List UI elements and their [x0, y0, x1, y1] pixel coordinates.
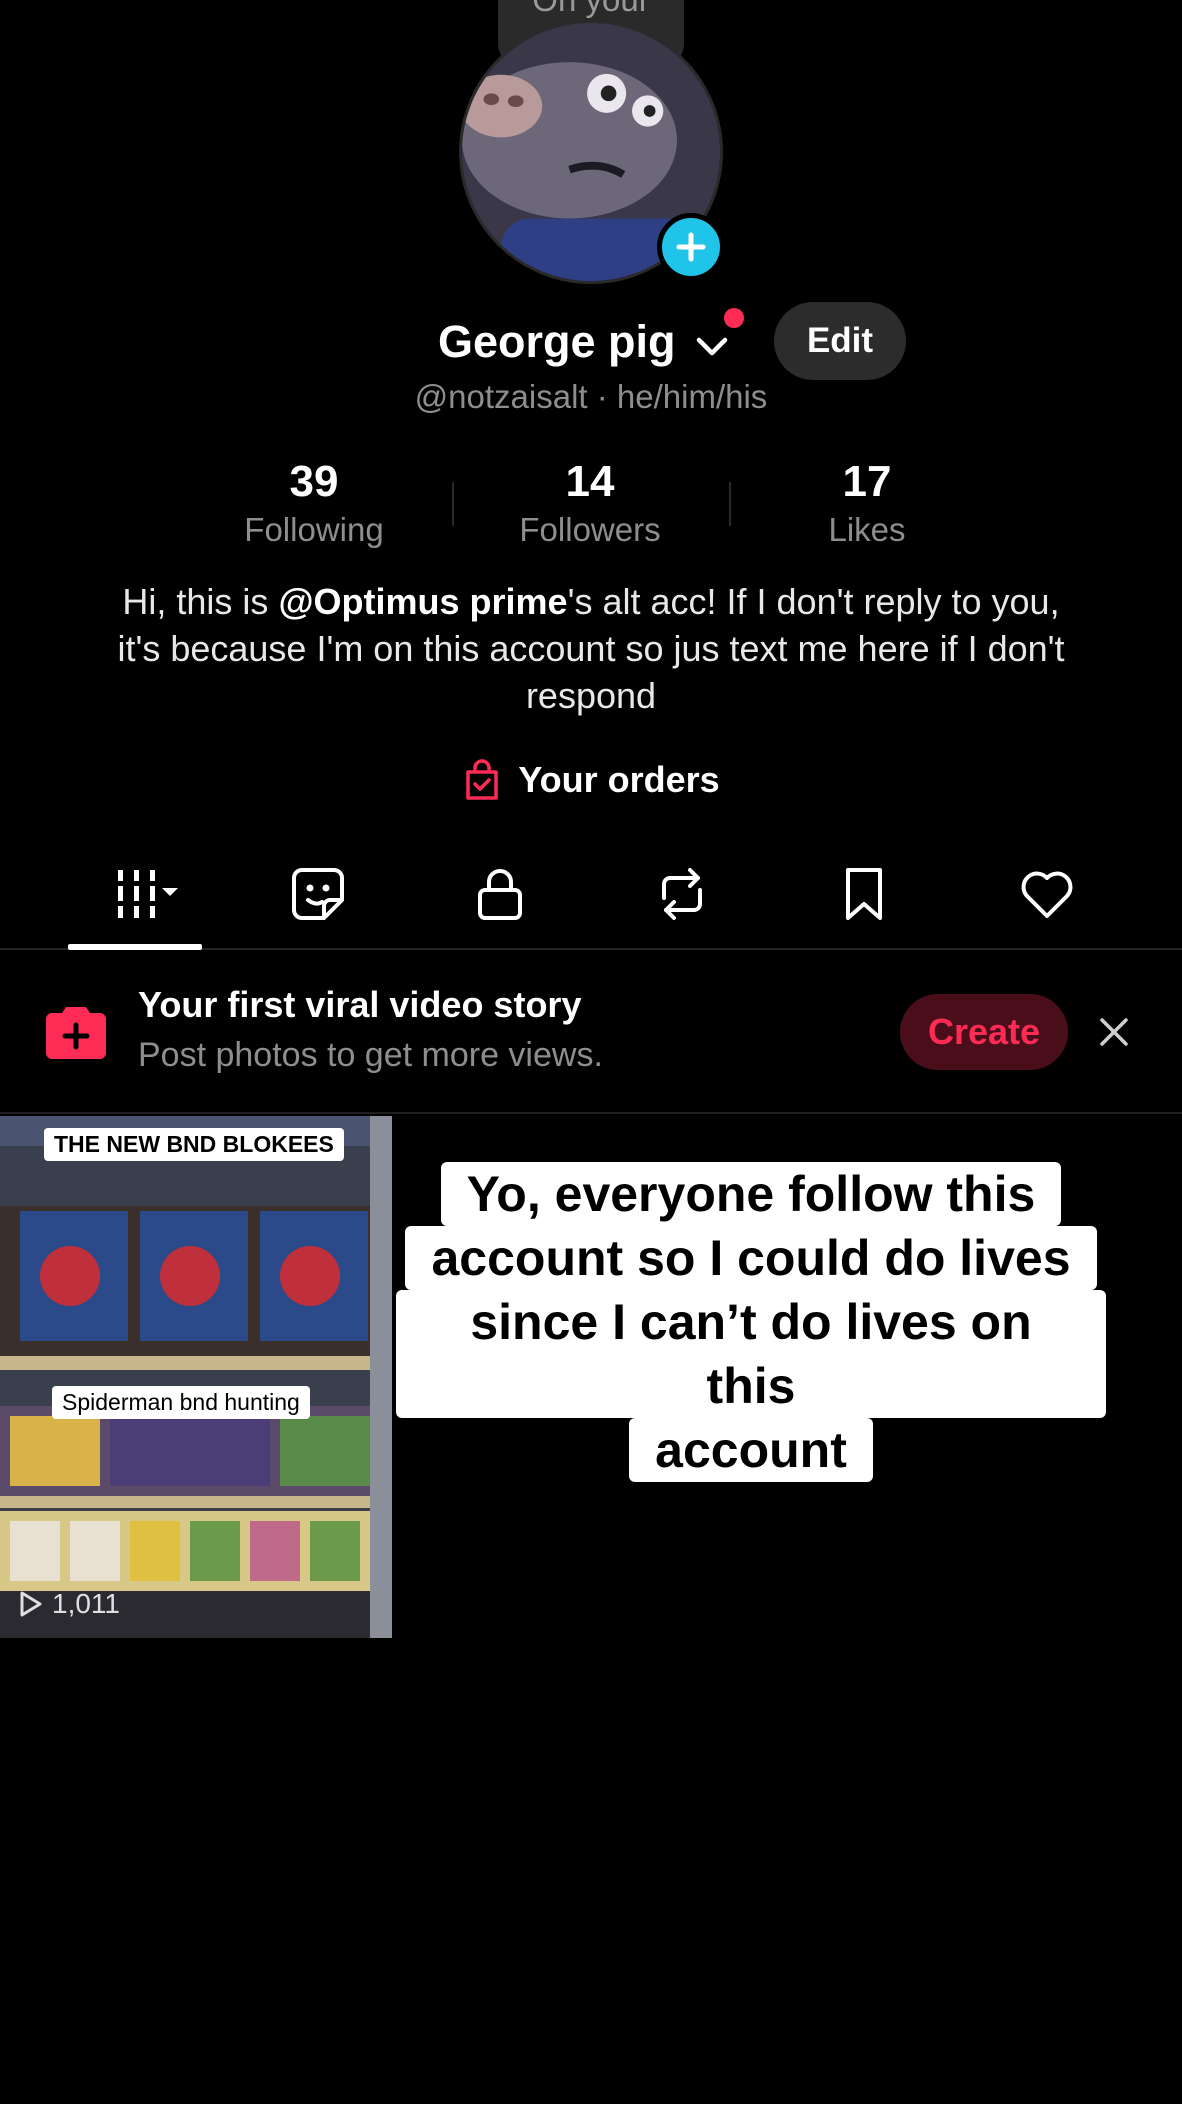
- edit-profile-button[interactable]: Edit: [774, 302, 906, 380]
- stat-label: Likes: [828, 511, 906, 548]
- stat-value: 14: [565, 457, 615, 506]
- stat-divider: [729, 482, 731, 526]
- bio-text: Hi, this is: [122, 581, 279, 622]
- heart-icon: [1021, 871, 1073, 918]
- create-button[interactable]: Create: [900, 994, 1068, 1070]
- profile-tabs: [0, 858, 1182, 950]
- tab-stickers[interactable]: [251, 858, 385, 950]
- lock-icon: [478, 869, 522, 920]
- profile-name-row: George pig: [0, 310, 1182, 376]
- bio-mention-link[interactable]: @Optimus prime: [278, 581, 567, 622]
- tab-private[interactable]: [433, 858, 567, 950]
- grid-videos-icon: [118, 870, 178, 918]
- camera-plus-icon: [46, 1007, 106, 1059]
- close-icon[interactable]: [1094, 1012, 1134, 1052]
- video-view-count: 1,011: [14, 1588, 120, 1620]
- promo-title: Your first viral video story: [138, 984, 582, 1025]
- your-orders-label: Your orders: [518, 759, 720, 800]
- notification-dot: [724, 308, 744, 328]
- tab-liked[interactable]: [980, 858, 1114, 950]
- caption-line: account so I could do lives: [405, 1226, 1097, 1290]
- video-thumbnail[interactable]: [0, 1116, 392, 1638]
- stat-followers[interactable]: 14 Followers: [490, 456, 690, 552]
- tab-videos[interactable]: [68, 858, 202, 950]
- plus-icon: [676, 232, 706, 262]
- stat-divider: [452, 482, 454, 526]
- profile-bio: Hi, this is @Optimus prime's alt acc! If…: [100, 578, 1082, 719]
- stat-value: 39: [289, 457, 339, 506]
- stat-following[interactable]: 39 Following: [214, 456, 414, 552]
- tab-favorites[interactable]: [797, 858, 931, 950]
- caption-overlay: Yo, everyone follow this account so I co…: [396, 1162, 1106, 1482]
- video-overlay-text: Spiderman bnd hunting: [52, 1386, 310, 1419]
- play-icon: [20, 1591, 42, 1617]
- your-orders-link[interactable]: Your orders: [0, 758, 1182, 810]
- promo-subtitle: Post photos to get more views.: [138, 1036, 603, 1074]
- tab-reposts[interactable]: [615, 858, 749, 950]
- repost-icon: [662, 868, 702, 920]
- caption-line: since I can’t do lives on this: [396, 1290, 1106, 1418]
- caption-line: Yo, everyone follow this: [440, 1162, 1062, 1226]
- stat-value: 17: [842, 457, 892, 506]
- chevron-down-icon[interactable]: [694, 332, 730, 362]
- stat-label: Followers: [519, 511, 661, 548]
- add-story-button[interactable]: [657, 213, 725, 281]
- profile-stats: 39 Following 14 Followers 17 Likes: [0, 456, 1182, 556]
- profile-name[interactable]: George pig: [438, 316, 676, 368]
- video-overlay-text: THE NEW BND BLOKEES: [44, 1128, 344, 1161]
- view-count-text: 1,011: [52, 1588, 120, 1619]
- stat-likes[interactable]: 17 Likes: [767, 456, 967, 552]
- handle-pronouns: @notzaisalt · he/him/his: [414, 378, 768, 415]
- shopping-bag-icon: [466, 759, 499, 800]
- bookmark-icon: [846, 868, 882, 920]
- video-thumbnail-image: [0, 1116, 392, 1638]
- sticker-icon: [292, 868, 344, 920]
- stat-label: Following: [244, 511, 384, 548]
- caption-line: account: [629, 1418, 873, 1482]
